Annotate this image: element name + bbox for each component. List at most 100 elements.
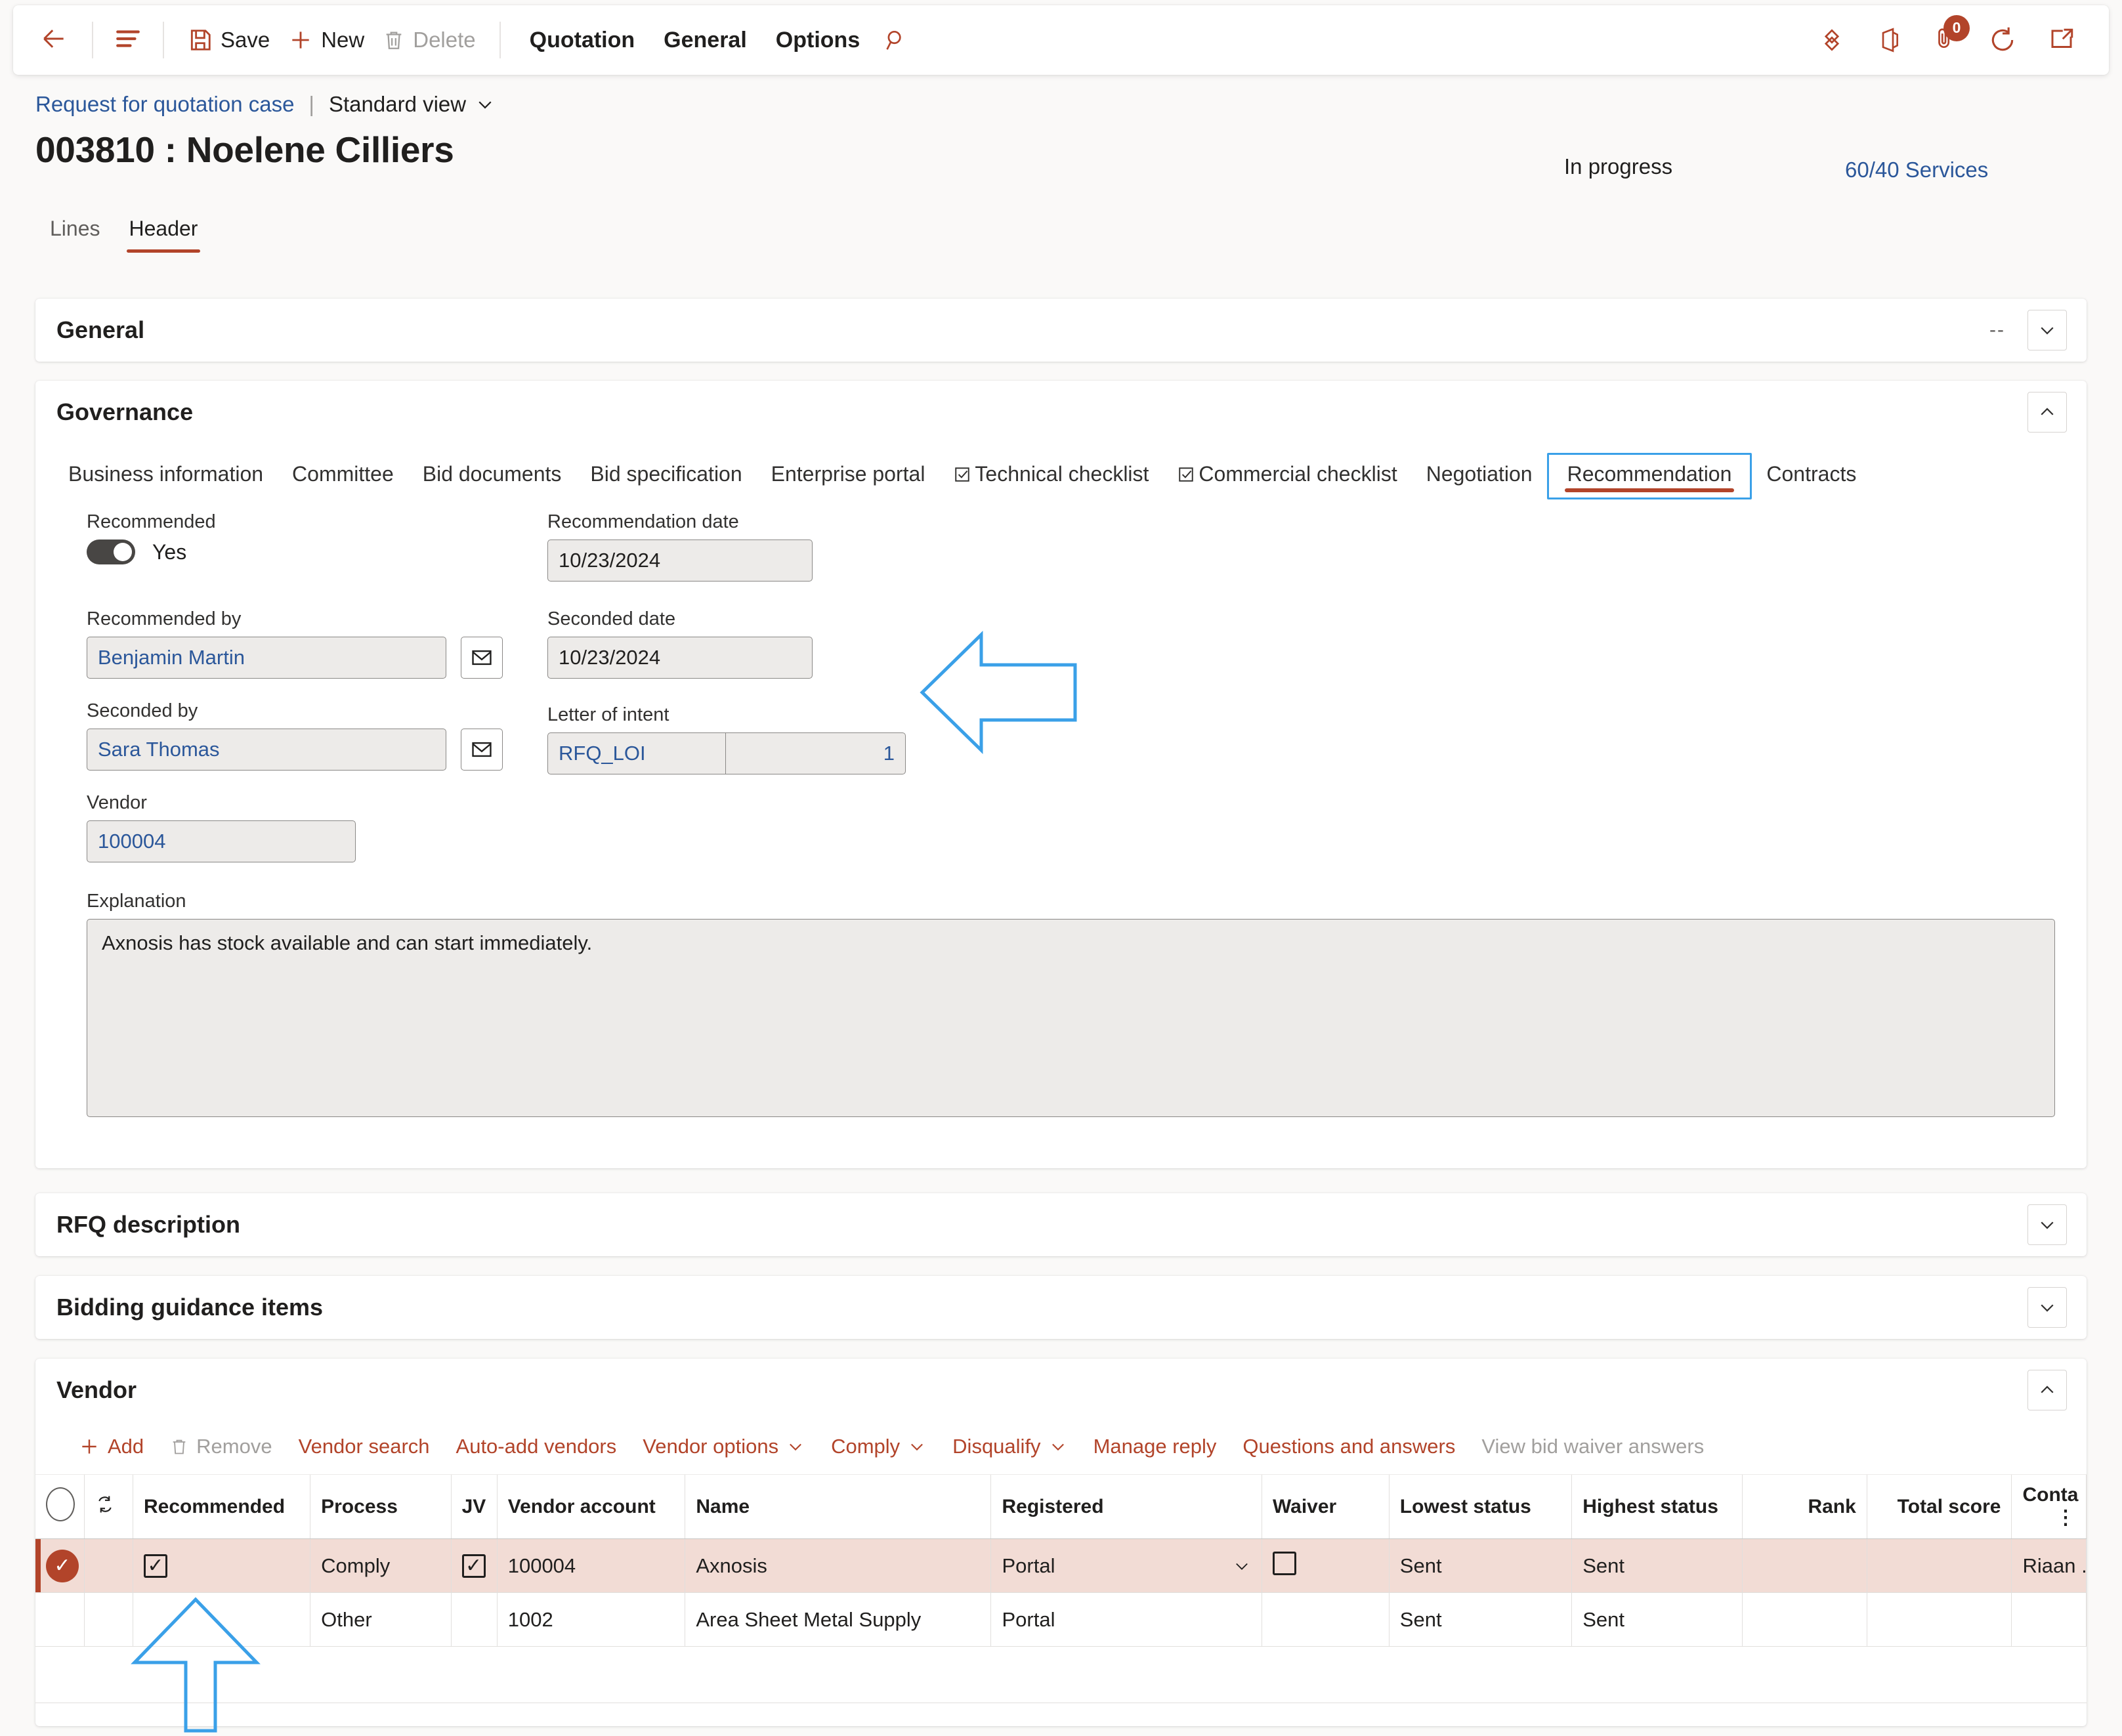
- col-total-score[interactable]: Total score: [1867, 1475, 2012, 1539]
- back-button[interactable]: [30, 19, 77, 62]
- recommended-toggle[interactable]: [87, 540, 135, 564]
- cell-process[interactable]: Other: [310, 1592, 452, 1647]
- section-rfq-description[interactable]: RFQ description: [35, 1193, 2087, 1256]
- checkbox-checked-icon[interactable]: ✓: [143, 1554, 167, 1578]
- comply-menu[interactable]: Comply: [818, 1426, 939, 1468]
- col-jv[interactable]: JV: [451, 1475, 498, 1539]
- tab-lines[interactable]: Lines: [35, 210, 115, 254]
- gov-tab-recommendation[interactable]: Recommendation: [1546, 453, 1752, 499]
- gov-tab-committee[interactable]: Committee: [278, 453, 408, 499]
- section-bidding-guidance-items-toggle[interactable]: [2027, 1287, 2067, 1328]
- vendor-add-button[interactable]: Add: [66, 1426, 157, 1468]
- letter-of-intent-input[interactable]: RFQ_LOI: [547, 732, 726, 774]
- cell-process[interactable]: Comply: [310, 1538, 452, 1593]
- col-vendor-account[interactable]: Vendor account: [497, 1475, 686, 1539]
- col-recommended[interactable]: Recommended: [133, 1475, 311, 1539]
- new-button[interactable]: New: [279, 21, 373, 59]
- vendor-remove-button[interactable]: Remove: [157, 1426, 285, 1468]
- more-options-icon[interactable]: ⋮: [2056, 1506, 2075, 1529]
- cell-lowest-status[interactable]: Sent: [1389, 1538, 1573, 1593]
- view-bid-waiver-answers-button[interactable]: View bid waiver answers: [1468, 1426, 1717, 1468]
- seconded-by-email-button[interactable]: [461, 729, 503, 771]
- cell-registered[interactable]: Portal: [990, 1592, 1262, 1647]
- cell-recommended[interactable]: ✓: [133, 1538, 311, 1593]
- table-row[interactable]: Other 1002 Area Sheet Metal Supply Porta…: [35, 1592, 2087, 1647]
- section-general[interactable]: General --: [35, 299, 2087, 362]
- gov-tab-technical-checklist[interactable]: Technical checklist: [939, 453, 1163, 499]
- col-name[interactable]: Name: [685, 1475, 992, 1539]
- cell-vendor-account[interactable]: 1002: [497, 1592, 686, 1647]
- search-button[interactable]: [874, 21, 918, 59]
- cell-rank[interactable]: [1742, 1538, 1867, 1593]
- section-bidding-guidance-items[interactable]: Bidding guidance items: [35, 1276, 2087, 1339]
- section-vendor-toggle[interactable]: [2027, 1370, 2067, 1410]
- vendor-input[interactable]: 100004: [87, 820, 356, 862]
- cell-name[interactable]: Axnosis: [685, 1538, 992, 1593]
- cell-highest-status[interactable]: Sent: [1571, 1592, 1743, 1647]
- col-contact[interactable]: Conta ⋮: [2011, 1475, 2087, 1539]
- gov-tab-contracts[interactable]: Contracts: [1752, 453, 1871, 499]
- manage-reply-button[interactable]: Manage reply: [1080, 1426, 1230, 1468]
- view-selector[interactable]: Standard view: [329, 92, 495, 117]
- cell-rank[interactable]: [1742, 1592, 1867, 1647]
- section-rfq-description-toggle[interactable]: [2027, 1204, 2067, 1245]
- cell-recommended[interactable]: [133, 1592, 311, 1647]
- checkbox-checked-icon[interactable]: ✓: [461, 1554, 486, 1578]
- recommended-by-email-button[interactable]: [461, 637, 503, 679]
- col-process[interactable]: Process: [310, 1475, 452, 1539]
- breadcrumb-parent-link[interactable]: Request for quotation case: [35, 92, 294, 117]
- refresh-icon[interactable]: [1988, 26, 2017, 54]
- office-icon[interactable]: [1877, 26, 1903, 54]
- row-selector[interactable]: ✓: [35, 1538, 85, 1593]
- auto-add-vendors-button[interactable]: Auto-add vendors: [443, 1426, 630, 1468]
- table-row[interactable]: ✓ ✓ Comply ✓ 100004 Axnosis Portal Sent …: [35, 1538, 2087, 1593]
- seconded-date-input[interactable]: 10/23/2024: [547, 637, 813, 679]
- save-button[interactable]: Save: [179, 21, 279, 59]
- checkbox-unchecked-icon[interactable]: [1272, 1551, 1296, 1575]
- cell-waiver[interactable]: [1262, 1538, 1390, 1593]
- explanation-textarea[interactable]: Axnosis has stock available and can star…: [87, 919, 2055, 1117]
- menu-quotation[interactable]: Quotation: [515, 21, 650, 60]
- cell-total-score[interactable]: [1867, 1538, 2012, 1593]
- gov-tab-bid-documents[interactable]: Bid documents: [408, 453, 576, 499]
- attachments-button[interactable]: 0: [1933, 14, 1970, 56]
- col-registered[interactable]: Registered: [990, 1475, 1262, 1539]
- recommended-by-input[interactable]: Benjamin Martin: [87, 637, 446, 679]
- cell-waiver[interactable]: [1262, 1592, 1390, 1647]
- chevron-down-icon[interactable]: [1233, 1557, 1251, 1575]
- questions-and-answers-button[interactable]: Questions and answers: [1229, 1426, 1468, 1468]
- row-selector[interactable]: [35, 1592, 85, 1647]
- tab-header[interactable]: Header: [115, 210, 213, 254]
- recommendation-date-input[interactable]: 10/23/2024: [547, 540, 813, 582]
- show-navigation-button[interactable]: [108, 22, 148, 59]
- seconded-by-input[interactable]: Sara Thomas: [87, 729, 446, 771]
- gov-tab-commercial-checklist[interactable]: Commercial checklist: [1163, 453, 1411, 499]
- letter-of-intent-number-input[interactable]: 1: [726, 732, 906, 774]
- col-rank[interactable]: Rank: [1742, 1475, 1867, 1539]
- cell-total-score[interactable]: [1867, 1592, 2012, 1647]
- cell-contact[interactable]: [2011, 1592, 2087, 1647]
- gov-tab-business-information[interactable]: Business information: [54, 453, 278, 499]
- col-refresh[interactable]: [84, 1475, 133, 1539]
- cell-highest-status[interactable]: Sent: [1571, 1538, 1743, 1593]
- legal-entity-link[interactable]: 60/40 Services: [1845, 158, 1988, 182]
- gov-tab-negotiation[interactable]: Negotiation: [1412, 453, 1547, 499]
- disqualify-menu[interactable]: Disqualify: [939, 1426, 1080, 1468]
- gov-tab-enterprise-portal[interactable]: Enterprise portal: [757, 453, 940, 499]
- section-general-toggle[interactable]: [2027, 310, 2067, 350]
- cell-contact[interactable]: Riaan ...: [2011, 1538, 2087, 1593]
- col-highest-status[interactable]: Highest status: [1571, 1475, 1743, 1539]
- menu-options[interactable]: Options: [761, 21, 874, 60]
- gov-tab-bid-specification[interactable]: Bid specification: [576, 453, 756, 499]
- section-governance-toggle[interactable]: [2027, 392, 2067, 433]
- menu-general[interactable]: General: [649, 21, 761, 60]
- cell-vendor-account[interactable]: 100004: [497, 1538, 686, 1593]
- cell-registered[interactable]: Portal: [990, 1538, 1262, 1593]
- open-in-new-window-icon[interactable]: [2047, 26, 2076, 54]
- diamond-grid-icon[interactable]: [1817, 26, 1846, 54]
- vendor-search-button[interactable]: Vendor search: [286, 1426, 443, 1468]
- vendor-options-menu[interactable]: Vendor options: [629, 1426, 818, 1468]
- cell-jv[interactable]: [451, 1592, 498, 1647]
- cell-lowest-status[interactable]: Sent: [1389, 1592, 1573, 1647]
- col-waiver[interactable]: Waiver: [1262, 1475, 1390, 1539]
